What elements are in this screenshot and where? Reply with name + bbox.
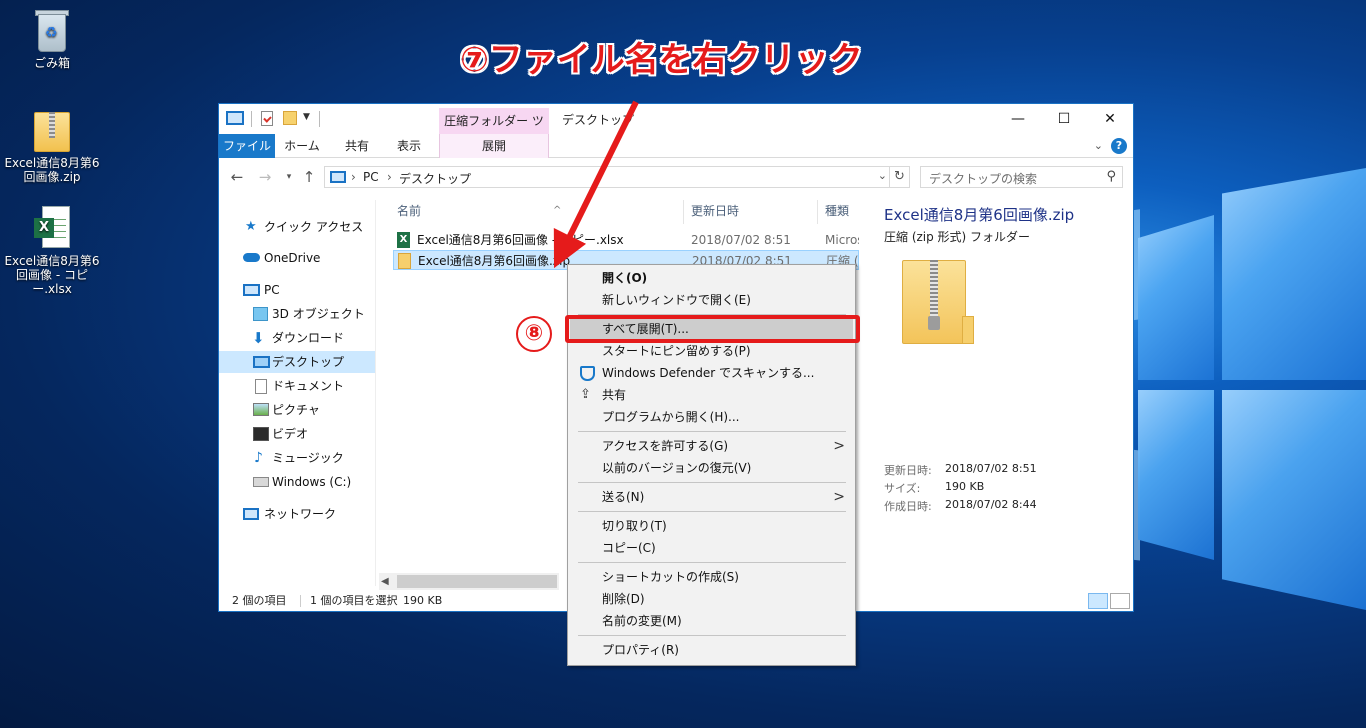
annotation-arrow (553, 100, 639, 269)
arrow-line (553, 100, 639, 269)
